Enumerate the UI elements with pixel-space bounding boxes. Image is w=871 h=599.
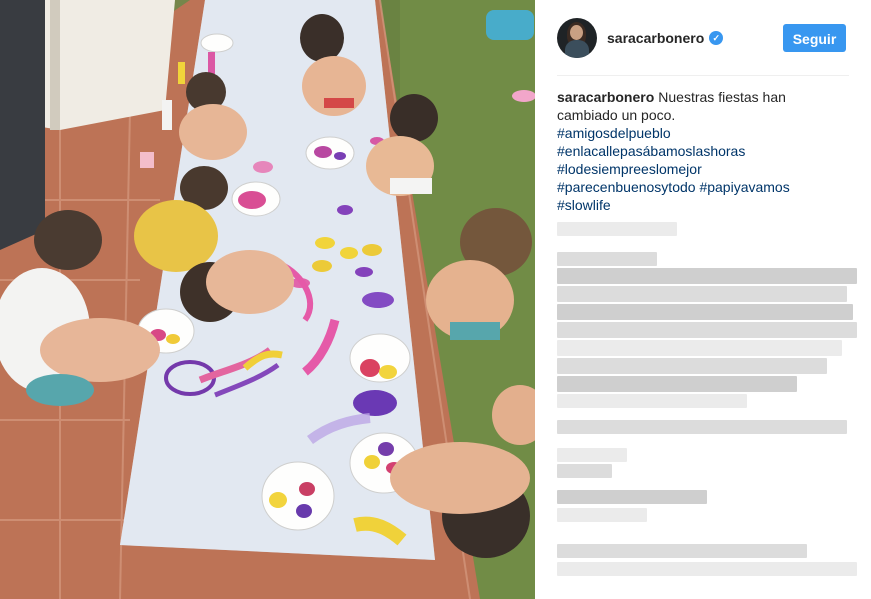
blurred-comment-line [557,420,847,434]
blurred-comment-line [557,508,647,522]
blurred-comment-line [557,304,853,320]
verified-badge-icon: ✓ [709,31,724,45]
blurred-comment-line [557,544,807,558]
blurred-comment-line [557,222,677,236]
blurred-comment-line [557,322,857,338]
author-username[interactable]: saracarbonero [607,30,704,46]
blurred-comment-line [557,490,707,504]
comments-list-pixelated [557,222,857,592]
photo-illustration [0,0,535,599]
blurred-comment-line [557,376,797,392]
blurred-comment-line [557,268,857,284]
post-caption: saracarbonero Nuestras fiestas han cambia… [557,88,837,214]
blurred-comment-line [557,394,747,408]
caption-username[interactable]: saracarbonero [557,89,654,105]
header-divider [557,75,849,76]
blurred-comment-line [557,358,827,374]
hashtag-link[interactable]: #lodesiempreeslomejor [557,160,837,178]
post-sidebar: saracarbonero ✓ Seguir saracarbonero Nues… [535,0,871,599]
blurred-comment-line [557,286,847,302]
hashtag-link[interactable]: #parecenbuenosytodo #papiyavamos [557,178,837,196]
blurred-comment-line [557,464,612,478]
blurred-comment-line [557,252,657,266]
hashtag-link[interactable]: #slowlife [557,196,837,214]
avatar[interactable] [557,18,597,58]
blurred-comment-line [557,340,842,356]
follow-button[interactable]: Seguir [783,24,846,52]
hashtag-link[interactable]: #enlacallepasábamoslashoras [557,142,837,160]
hashtag-link[interactable]: #amigosdelpueblo [557,124,837,142]
post-photo[interactable] [0,0,535,599]
blurred-comment-line [557,448,627,462]
instagram-post: saracarbonero ✓ Seguir saracarbonero Nues… [0,0,871,599]
blurred-comment-line [557,562,857,576]
